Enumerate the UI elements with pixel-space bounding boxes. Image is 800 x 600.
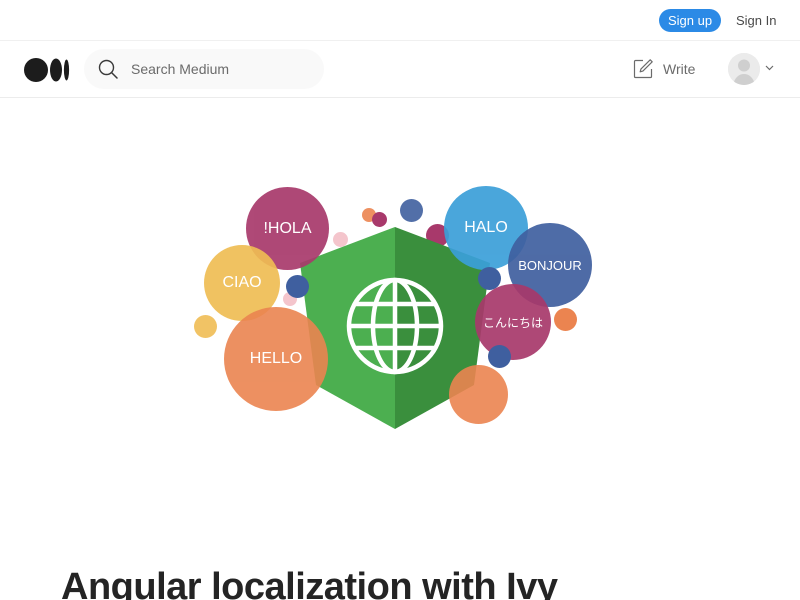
page: Sign up Sign In Write [0,0,800,600]
search-icon [98,59,118,79]
search-input[interactable] [131,49,311,89]
decorative-dot [488,345,511,368]
decorative-dot [194,315,217,338]
compose-icon [633,59,653,79]
top-bar: Sign up Sign In [0,0,800,41]
greeting-bubble-konnichiwa: こんにちは [475,284,551,360]
chevron-down-icon [765,65,774,71]
greeting-text: BONJOUR [518,257,582,273]
default-avatar-icon [728,53,760,85]
user-menu[interactable] [728,53,776,87]
greeting-text: HALO [464,219,508,236]
hero-illustration: !HOLA CIAO HELLO HALO BONJOUR こんにちは [180,175,600,435]
avatar [728,53,760,85]
greeting-text: !HOLA [263,219,312,237]
greeting-text: こんにちは [482,315,543,330]
write-label: Write [663,61,696,77]
article-title: Angular localization with Ivy [61,566,558,600]
decorative-dot [449,365,508,424]
decorative-dot [554,308,577,331]
search-bar[interactable] [84,49,324,89]
decorative-dot [372,212,387,227]
medium-logo-icon[interactable] [24,58,70,82]
site-header: Write [0,41,800,98]
decorative-dot [286,275,309,298]
sign-up-button[interactable]: Sign up [659,9,721,32]
sign-in-link[interactable]: Sign In [736,9,776,32]
greeting-text: CIAO [222,274,262,291]
greeting-bubble-hello: HELLO [224,307,328,411]
globe-icon [346,277,444,375]
greeting-text: HELLO [249,350,303,367]
decorative-dot [400,199,423,222]
